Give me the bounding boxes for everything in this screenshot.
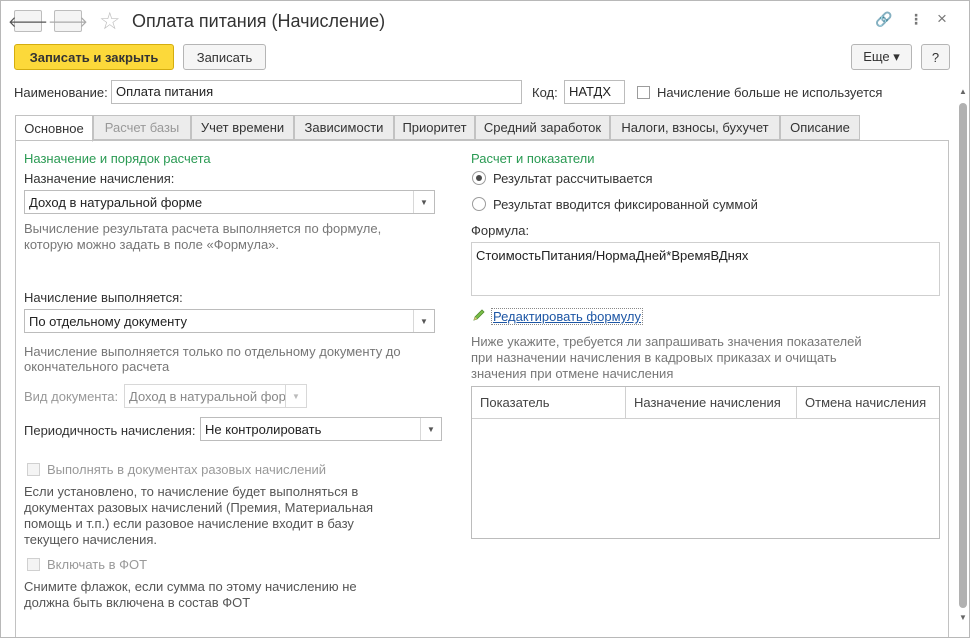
column-header-indicator[interactable]: Показатель	[472, 387, 626, 418]
tab-average-earnings[interactable]: Средний заработок	[475, 115, 610, 140]
dropdown-arrow-icon[interactable]: ▼	[413, 191, 434, 213]
unused-label: Начисление больше не используется	[657, 85, 883, 100]
purpose-hint-2: которую можно задать в поле «Формула».	[24, 237, 280, 252]
tab-time-accounting[interactable]: Учет времени	[191, 115, 294, 140]
back-button[interactable]: 🡐	[8, 10, 48, 32]
radio-fixed-label: Результат вводится фиксированной суммой	[493, 197, 758, 212]
one-time-hint-2: документах разовых начислений (Премия, М…	[24, 500, 374, 515]
dropdown-arrow-icon[interactable]: ▼	[413, 310, 434, 332]
arrow-left-icon: 🡐	[7, 13, 49, 31]
link-icon[interactable]: 🔗	[875, 11, 892, 28]
one-time-label: Выполнять в документах разовых начислени…	[47, 462, 327, 477]
more-menu-icon[interactable]: ⋮	[909, 11, 923, 28]
one-time-hint-4: текущего начисления.	[24, 532, 158, 547]
unused-checkbox[interactable]	[637, 86, 650, 99]
dropdown-arrow-icon[interactable]: ▼	[420, 418, 441, 440]
section-title-purpose: Назначение и порядок расчета	[24, 151, 211, 166]
formula-input[interactable]: СтоимостьПитания/НормаДней*ВремяВДнях	[471, 242, 940, 296]
purpose-select[interactable]: Доход в натуральной форме ▼	[24, 190, 435, 214]
periodicity-value: Не контролировать	[205, 422, 322, 437]
close-icon[interactable]: ×	[937, 9, 947, 29]
radio-fixed[interactable]	[472, 197, 486, 211]
more-button[interactable]: Еще ▾	[851, 44, 912, 70]
purpose-hint-1: Вычисление результата расчета выполняетс…	[24, 221, 382, 236]
doc-type-value: Доход в натуральной фор	[129, 389, 285, 404]
doc-type-label: Вид документа:	[24, 389, 119, 404]
save-button[interactable]: Записать	[183, 44, 266, 70]
fot-checkbox[interactable]	[27, 558, 40, 571]
dropdown-arrow-icon: ▼	[285, 385, 306, 407]
fot-label: Включать в ФОТ	[47, 557, 148, 572]
periodicity-label: Периодичность начисления:	[24, 423, 196, 438]
indicators-hint-3: значения при отмене начисления	[471, 366, 674, 381]
executed-hint-2: окончательного расчета	[24, 359, 170, 374]
scroll-down-icon[interactable]: ▼	[959, 613, 967, 622]
column-header-purpose[interactable]: Назначение начисления	[626, 387, 797, 418]
indicators-table[interactable]: Показатель Назначение начисления Отмена …	[471, 386, 940, 539]
app-window: 🡐 🡒 ☆ Оплата питания (Начисление) 🔗 ⋮ × …	[0, 0, 970, 638]
one-time-hint-1: Если установлено, то начисление будет вы…	[24, 484, 359, 499]
scroll-up-icon[interactable]: ▲	[959, 87, 967, 96]
table-header: Показатель Назначение начисления Отмена …	[472, 387, 939, 419]
window-title: Оплата питания (Начисление)	[132, 11, 386, 31]
radio-calculated[interactable]	[472, 171, 486, 185]
help-button[interactable]: ?	[921, 44, 950, 70]
name-label: Наименование:	[14, 85, 108, 100]
column-header-cancel[interactable]: Отмена начисления	[797, 387, 939, 418]
fot-hint-2: должна быть включена в состав ФОТ	[24, 595, 251, 610]
scrollbar-thumb[interactable]	[959, 103, 967, 608]
executed-value: По отдельному документу	[29, 314, 187, 329]
periodicity-select[interactable]: Не контролировать ▼	[200, 417, 442, 441]
tab-dependencies[interactable]: Зависимости	[294, 115, 394, 140]
forward-button[interactable]: 🡒	[48, 10, 88, 32]
arrow-right-icon: 🡒	[47, 13, 89, 31]
tab-description[interactable]: Описание	[780, 115, 860, 140]
section-title-calculation: Расчет и показатели	[471, 151, 595, 166]
radio-dot	[476, 175, 482, 181]
formula-label: Формула:	[471, 223, 530, 238]
code-input[interactable]: НАТДХ	[564, 80, 625, 104]
tab-base-calculation[interactable]: Расчет базы	[93, 115, 191, 140]
save-and-close-button[interactable]: Записать и закрыть	[14, 44, 174, 70]
star-icon[interactable]: ☆	[99, 7, 121, 36]
executed-select[interactable]: По отдельному документу ▼	[24, 309, 435, 333]
indicators-hint-1: Ниже укажите, требуется ли запрашивать з…	[471, 334, 862, 349]
radio-calculated-label: Результат рассчитывается	[493, 171, 653, 186]
purpose-value: Доход в натуральной форме	[29, 195, 203, 210]
tab-main[interactable]: Основное	[15, 115, 93, 142]
edit-formula-link[interactable]: Редактировать формулу	[491, 308, 643, 325]
fot-hint-1: Снимите флажок, если сумма по этому начи…	[24, 579, 357, 594]
purpose-label: Назначение начисления:	[24, 171, 175, 186]
executed-label: Начисление выполняется:	[24, 290, 183, 305]
name-input[interactable]: Оплата питания	[111, 80, 522, 104]
one-time-hint-3: помощь и т.п.) если разовое начисление в…	[24, 516, 354, 531]
doc-type-select: Доход в натуральной фор ▼	[124, 384, 307, 408]
tab-priority[interactable]: Приоритет	[394, 115, 475, 140]
indicators-hint-2: при назначении начисления в кадровых при…	[471, 350, 837, 365]
one-time-checkbox[interactable]	[27, 463, 40, 476]
executed-hint-1: Начисление выполняется только по отдельн…	[24, 344, 401, 359]
tab-taxes[interactable]: Налоги, взносы, бухучет	[610, 115, 780, 140]
pencil-icon[interactable]	[472, 308, 486, 325]
code-label: Код:	[532, 85, 558, 100]
